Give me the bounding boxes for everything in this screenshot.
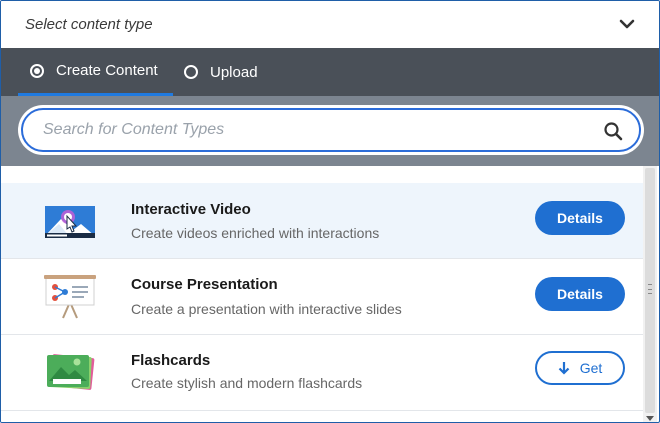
scroll-down-arrow-icon[interactable]	[646, 416, 654, 421]
search-icon[interactable]	[603, 121, 623, 141]
list-scrollbar[interactable]	[643, 166, 657, 422]
item-description: Create stylish and modern flashcards	[131, 375, 363, 391]
tab-create-content[interactable]: Create Content	[18, 48, 173, 96]
item-name: Course Presentation	[131, 276, 278, 293]
get-label: Get	[579, 360, 603, 376]
search-box[interactable]	[21, 108, 641, 152]
tab-upload[interactable]: Upload	[184, 48, 284, 96]
radio-selected-icon	[30, 63, 44, 78]
radio-unselected-icon	[184, 65, 198, 79]
select-title: Select content type	[25, 16, 153, 33]
item-description: Create a presentation with interactive s…	[131, 301, 402, 317]
course-presentation-icon	[44, 275, 96, 319]
tab-label: Upload	[210, 63, 258, 81]
grip-icon	[648, 284, 652, 294]
item-name: Flashcards	[131, 352, 211, 369]
search-input[interactable]	[43, 119, 583, 141]
item-description: Create videos enriched with interactions	[131, 225, 380, 241]
item-name: Interactive Video	[131, 201, 251, 218]
tab-label: Create Content	[56, 62, 158, 79]
list-item-flashcards[interactable]: Flashcards Create stylish and modern fla…	[1, 335, 645, 411]
download-arrow-icon	[558, 362, 569, 375]
content-type-select[interactable]: Select content type	[1, 1, 659, 48]
interactive-video-icon	[45, 206, 95, 238]
list-item-interactive-video[interactable]: Interactive Video Create videos enriched…	[1, 183, 645, 259]
details-button[interactable]: Details	[535, 277, 625, 311]
search-area	[1, 96, 659, 166]
list-item-course-presentation[interactable]: Course Presentation Create a presentatio…	[1, 259, 645, 335]
content-type-hub: Select content type Create Content Uploa…	[0, 0, 660, 423]
content-type-list: Interactive Video Create videos enriched…	[1, 166, 645, 422]
chevron-down-icon[interactable]	[619, 16, 635, 32]
scrollbar-thumb[interactable]	[645, 168, 655, 413]
flashcards-icon	[47, 354, 95, 390]
details-button[interactable]: Details	[535, 201, 625, 235]
get-button[interactable]: Get	[535, 351, 625, 385]
tab-bar: Create Content Upload	[1, 48, 659, 96]
